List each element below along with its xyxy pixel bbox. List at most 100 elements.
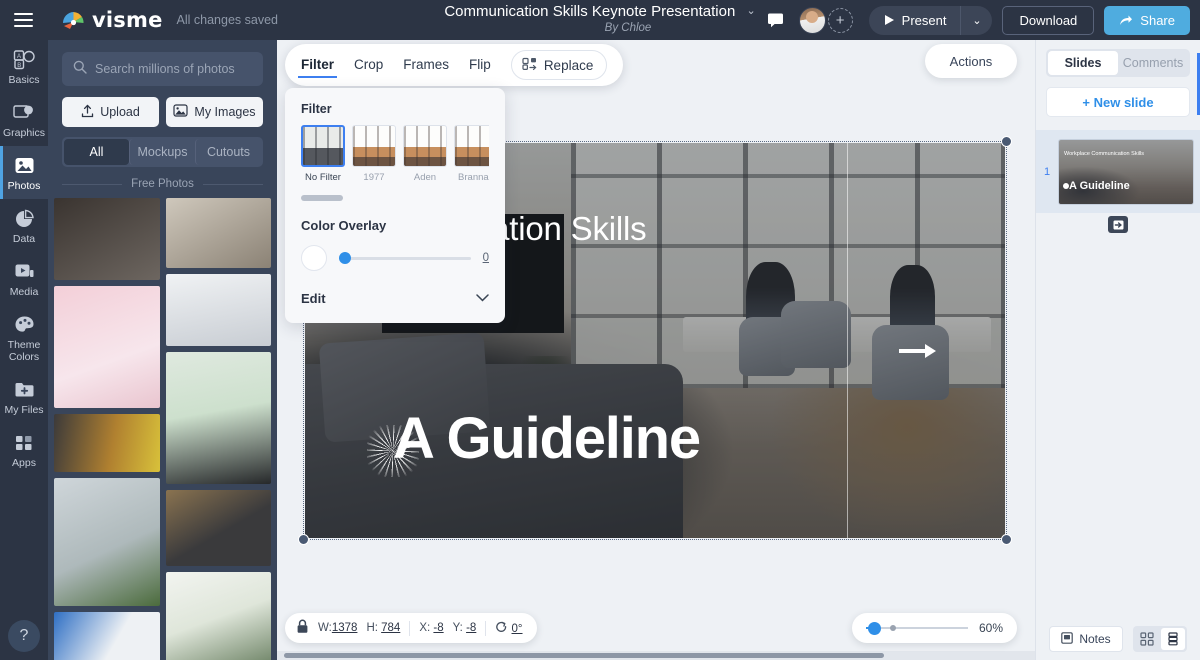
filter-preview-thumb	[454, 125, 489, 167]
tab-mockups[interactable]: Mockups	[129, 139, 195, 165]
theme-colors-icon	[13, 314, 35, 335]
color-overlay-swatch[interactable]	[301, 245, 327, 271]
y-label: Y:	[453, 622, 463, 634]
sidebar-item-basics[interactable]: A B Basics	[0, 40, 48, 93]
color-overlay-value[interactable]: 0	[483, 252, 489, 264]
slide-thumbnail[interactable]: Workplace Communication Skills A Guideli…	[1058, 139, 1194, 205]
photo-thumb[interactable]	[166, 352, 272, 484]
sidebar-item-data[interactable]: Data	[0, 199, 48, 252]
canvas-area[interactable]: Workplace Communication Skills A Guideli…	[277, 40, 1035, 660]
edit-section-toggle[interactable]: Edit	[301, 289, 489, 307]
add-slide-icon[interactable]	[1108, 216, 1128, 233]
filter-preset-aden[interactable]: Aden	[403, 125, 447, 183]
x-value[interactable]: -8	[433, 622, 443, 634]
media-icon	[13, 261, 35, 282]
photo-thumb[interactable]	[54, 478, 160, 606]
zoom-knob[interactable]	[868, 622, 881, 635]
sidebar-item-graphics[interactable]: Graphics	[0, 93, 48, 146]
tab-frames[interactable]: Frames	[403, 46, 449, 84]
replace-button[interactable]: Replace	[511, 50, 608, 80]
slider-knob[interactable]	[339, 252, 351, 264]
grid-view-icon[interactable]	[1135, 628, 1159, 650]
sidebar-item-label: Media	[10, 286, 39, 298]
avatar[interactable]	[799, 7, 826, 34]
upload-icon	[81, 104, 94, 121]
add-user-icon[interactable]: +	[828, 8, 853, 33]
zoom-control: 60%	[852, 613, 1017, 643]
sidebar-item-media[interactable]: Media	[0, 252, 48, 305]
tab-slides[interactable]: Slides	[1048, 51, 1118, 75]
selection-handle-tr[interactable]	[1001, 136, 1012, 147]
photo-thumb[interactable]	[54, 414, 160, 472]
photo-thumb[interactable]	[166, 572, 272, 660]
tab-filter[interactable]: Filter	[301, 46, 334, 84]
share-icon	[1119, 14, 1133, 27]
photo-thumb[interactable]	[54, 286, 160, 408]
selection-handle-br[interactable]	[1001, 534, 1012, 545]
upload-button[interactable]: Upload	[62, 97, 159, 127]
rotation-field[interactable]: 0°	[495, 621, 522, 635]
my-images-button[interactable]: My Images	[166, 97, 263, 127]
slide-list-item[interactable]: 1 Workplace Communication Skills A Guide…	[1036, 130, 1200, 213]
tab-comments[interactable]: Comments	[1118, 51, 1188, 75]
lock-icon[interactable]	[296, 619, 309, 637]
photo-thumb[interactable]	[166, 198, 272, 268]
present-dropdown-icon[interactable]: ⌄	[960, 6, 992, 35]
sidebar-item-theme-colors[interactable]: Theme Colors	[0, 305, 48, 370]
document-title[interactable]: Communication Skills Keynote Presentatio…	[444, 3, 755, 20]
photo-thumb[interactable]	[54, 612, 160, 660]
height-field[interactable]: H: 784	[366, 622, 400, 634]
hamburger-icon[interactable]	[0, 0, 46, 40]
notes-icon	[1061, 632, 1073, 647]
actions-button[interactable]: Actions	[925, 44, 1017, 78]
download-button[interactable]: Download	[1002, 6, 1094, 35]
upload-label: Upload	[100, 105, 140, 119]
comment-icon[interactable]	[763, 7, 789, 33]
filter-preset-brannan[interactable]: Brannan	[454, 125, 489, 183]
present-button[interactable]: Present	[869, 6, 961, 35]
width-field[interactable]: W:1378	[318, 622, 357, 634]
photo-thumb[interactable]	[166, 490, 272, 566]
filter-preset-no-filter[interactable]: No Filter	[301, 125, 345, 183]
chevron-down-icon[interactable]: ⌄	[746, 4, 755, 17]
rotation-value[interactable]: 0°	[512, 623, 523, 635]
sidebar-item-label: Graphics	[3, 127, 45, 139]
top-bar-actions: + Present ⌄ Download Share	[763, 0, 1190, 40]
tab-crop[interactable]: Crop	[354, 46, 383, 84]
tab-all[interactable]: All	[64, 139, 129, 165]
brand-logo[interactable]: visme	[62, 8, 163, 32]
notes-button[interactable]: Notes	[1049, 626, 1122, 652]
share-button[interactable]: Share	[1104, 6, 1190, 35]
help-button[interactable]: ?	[8, 620, 40, 652]
height-value[interactable]: 784	[381, 622, 400, 634]
filter-preset-1977[interactable]: 1977	[352, 125, 396, 183]
edit-label: Edit	[301, 291, 326, 306]
sidebar-item-my-files[interactable]: My Files	[0, 370, 48, 423]
search-input[interactable]: Search millions of photos	[62, 52, 263, 86]
filter-preset-label: Brannan	[454, 172, 489, 183]
horizontal-scrollbar[interactable]	[277, 651, 1035, 660]
y-field[interactable]: Y: -8	[453, 622, 477, 634]
slides-panel-tabs: Slides Comments	[1046, 49, 1190, 77]
photo-thumb[interactable]	[166, 274, 272, 346]
slide-number: 1	[1042, 166, 1052, 178]
filter-list-scrollbar[interactable]	[301, 195, 343, 201]
brand-name: visme	[92, 8, 163, 32]
sidebar-item-apps[interactable]: Apps	[0, 423, 48, 476]
slide-thumb-overlay	[1059, 140, 1193, 204]
width-value[interactable]: 1378	[332, 622, 358, 634]
y-value[interactable]: -8	[466, 622, 476, 634]
selection-handle-bl[interactable]	[298, 534, 309, 545]
free-photos-label: Free Photos	[131, 178, 194, 190]
slides-panel-footer: Notes	[1036, 626, 1200, 652]
tab-flip[interactable]: Flip	[469, 46, 491, 84]
tab-cutouts[interactable]: Cutouts	[195, 139, 261, 165]
x-field[interactable]: X: -8	[419, 622, 443, 634]
new-slide-button[interactable]: + New slide	[1046, 87, 1190, 117]
photo-thumb[interactable]	[54, 198, 160, 280]
list-view-icon[interactable]	[1161, 628, 1185, 650]
sidebar-item-photos[interactable]: Photos	[0, 146, 48, 199]
scrollbar-thumb[interactable]	[284, 653, 884, 658]
color-overlay-slider[interactable]	[339, 257, 471, 260]
zoom-slider[interactable]	[866, 627, 968, 629]
